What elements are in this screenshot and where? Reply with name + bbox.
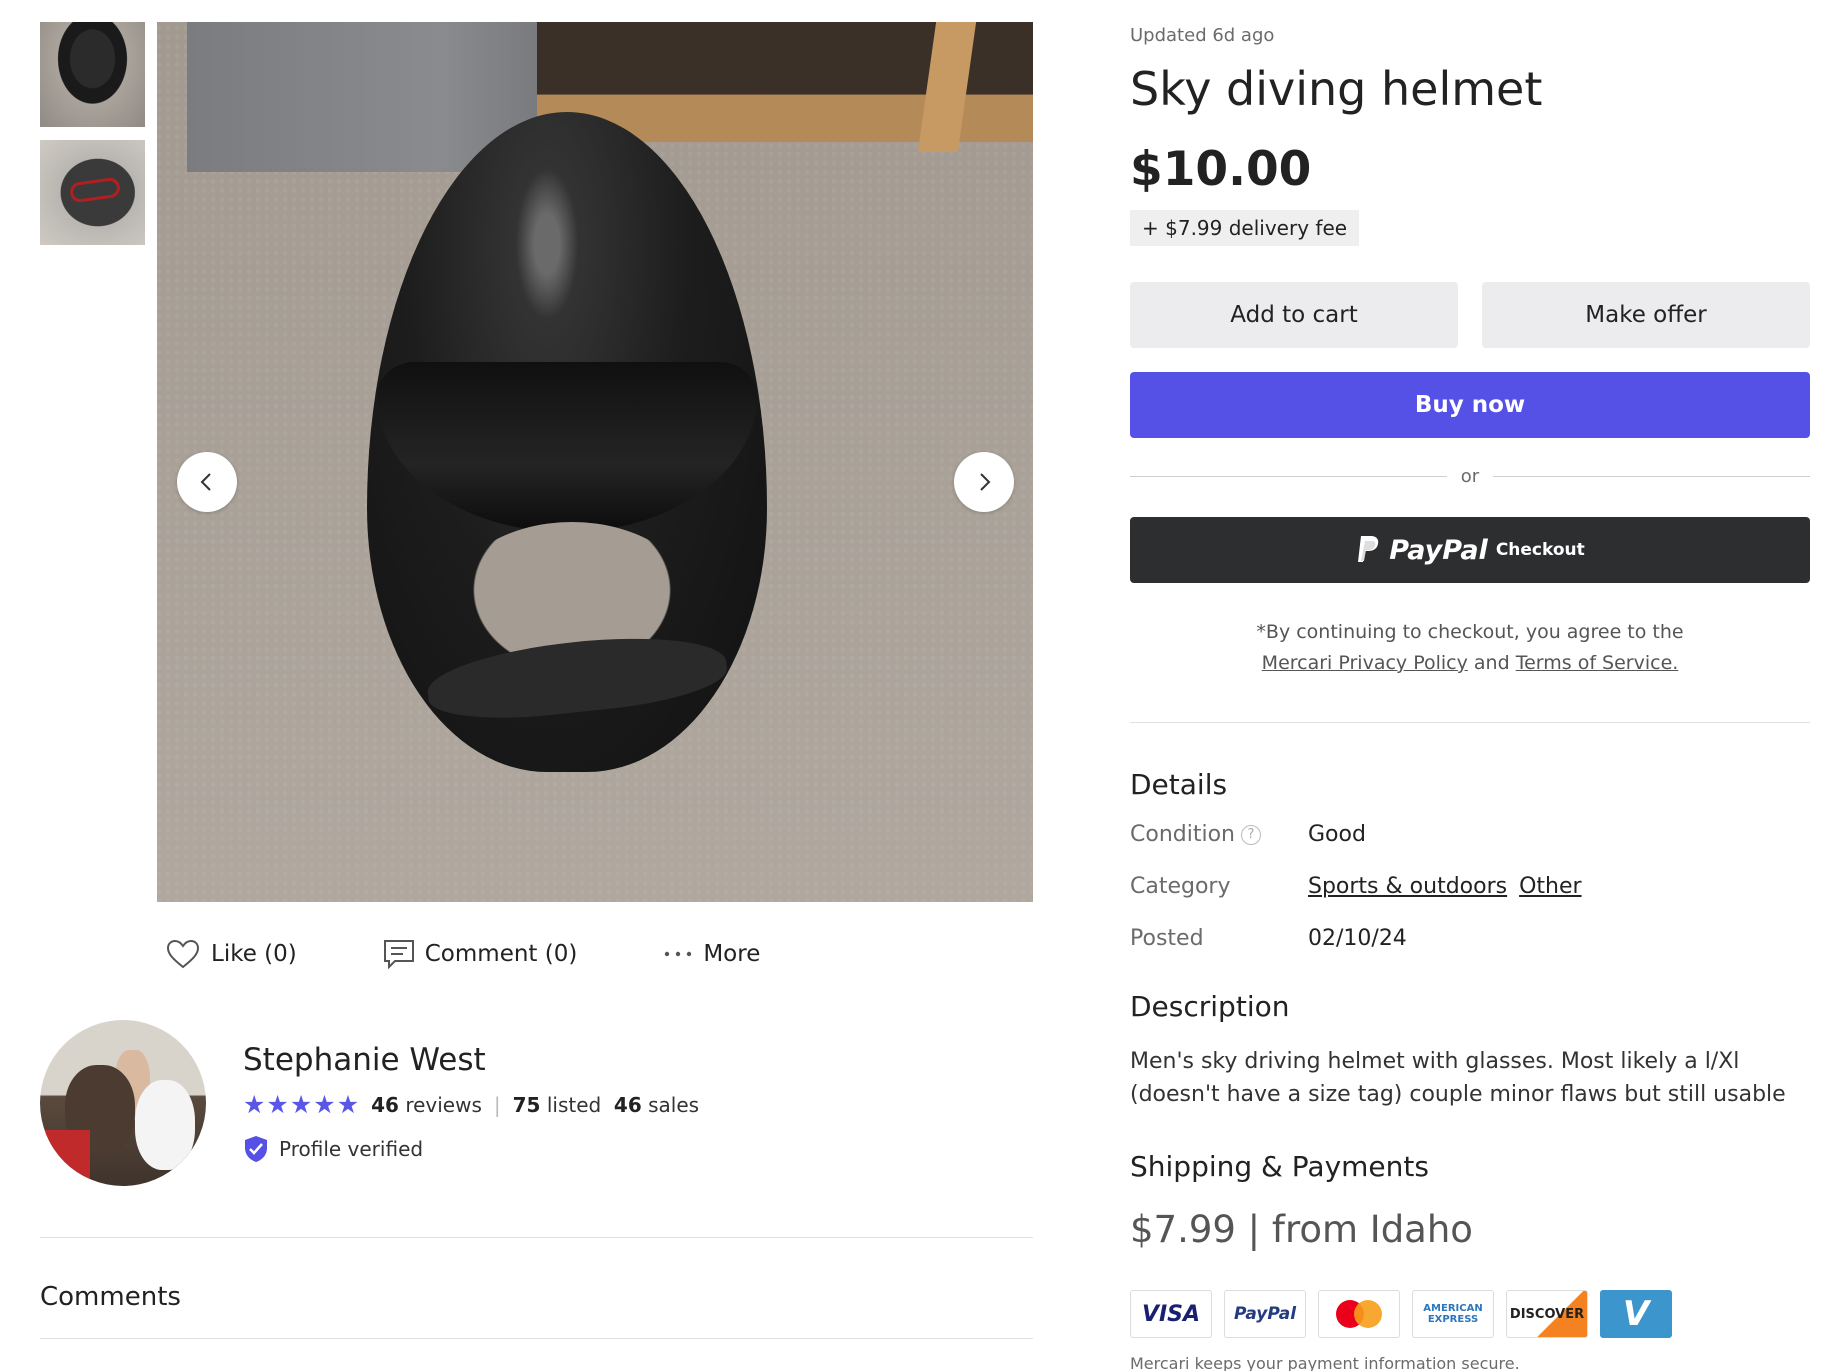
detail-row-category: Category Sports & outdoors Other (1130, 874, 1594, 899)
updated-timestamp: Updated 6d ago (1130, 25, 1275, 46)
checkout-legal-text: *By continuing to checkout, you agree to… (1130, 617, 1810, 679)
or-label: or (1460, 466, 1480, 487)
paypal-wordmark: PayPal (1389, 534, 1488, 566)
paypal-checkout-button[interactable]: PayPal Checkout (1130, 517, 1810, 583)
more-label: More (703, 941, 761, 967)
avatar-red-object (40, 1130, 90, 1186)
listed-label: listed (546, 1092, 602, 1117)
helmet-logo (68, 176, 122, 204)
paypal-logo: PayPal (1224, 1290, 1306, 1338)
posted-label: Posted (1130, 926, 1204, 951)
detail-row-posted: Posted 02/10/24 (1130, 926, 1407, 951)
description-text: Men's sky driving helmet with glasses. M… (1130, 1049, 1786, 1107)
comment-label: Comment (0) (424, 941, 578, 967)
mastercard-logo (1318, 1290, 1400, 1338)
detail-row-condition: Condition ? Good (1130, 822, 1366, 847)
comment-icon (383, 940, 414, 969)
next-photo-button[interactable] (954, 452, 1014, 512)
reviews-count: 46 (371, 1092, 399, 1117)
photo-helmet (337, 82, 797, 802)
like-button[interactable]: Like (0) (165, 938, 297, 970)
venmo-logo: V (1600, 1290, 1672, 1338)
add-to-cart-button[interactable]: Add to cart (1130, 282, 1458, 348)
star-icon: ★ (243, 1090, 266, 1119)
terms-of-service-link[interactable]: Terms of Service. (1516, 652, 1679, 674)
star-icon: ★ (289, 1090, 313, 1119)
separator-line (1493, 476, 1811, 477)
comments-heading: Comments (40, 1282, 181, 1312)
more-button[interactable]: More (663, 941, 760, 967)
sales-label: sales (648, 1092, 700, 1117)
item-actions-row: Like (0) Comment (0) More (165, 938, 760, 970)
comment-button[interactable]: Comment (0) (383, 939, 578, 969)
chevron-left-icon (200, 473, 211, 491)
delivery-fee-badge: + $7.99 delivery fee (1130, 210, 1360, 246)
shipping-summary: $7.99 | from Idaho (1130, 1208, 1473, 1251)
posted-value: 02/10/24 (1308, 926, 1407, 951)
visa-logo: VISA (1130, 1290, 1212, 1338)
item-title: Sky diving helmet (1130, 62, 1543, 116)
sales-count: 46 (613, 1092, 642, 1117)
condition-label-wrap: Condition ? (1130, 822, 1308, 847)
item-price: $10.00 (1130, 142, 1312, 197)
chevron-right-icon (980, 473, 991, 491)
profile-verified: Profile verified (243, 1135, 423, 1163)
seller-rating-row: ★ ★ ★ ★ ★ 46 reviews | 75 listed 46 sale… (243, 1092, 699, 1117)
legal-and: and (1473, 652, 1510, 674)
payment-secure-note: Mercari keeps your payment information s… (1130, 1354, 1520, 1371)
shield-check-icon (245, 1136, 267, 1162)
discover-logo: DISCOVER (1506, 1290, 1588, 1338)
description-heading: Description (1130, 990, 1290, 1023)
divider (40, 1237, 1033, 1238)
help-icon[interactable]: ? (1240, 824, 1261, 845)
avatar-plush-white (135, 1080, 195, 1170)
like-label: Like (0) (211, 941, 297, 967)
paypal-checkout-label: Checkout (1495, 540, 1585, 560)
category-label: Category (1130, 874, 1231, 899)
main-product-photo (157, 22, 1033, 902)
star-icon: ★ (266, 1090, 289, 1119)
payment-methods: VISA PayPal AMERICAN EXPRESS DISCOVER V (1130, 1290, 1672, 1338)
separator-line (1130, 476, 1447, 477)
seller-avatar[interactable] (40, 1020, 206, 1186)
privacy-policy-link[interactable]: Mercari Privacy Policy (1262, 652, 1468, 674)
paypal-p-icon (1358, 536, 1379, 562)
buy-now-button[interactable]: Buy now (1130, 372, 1810, 438)
star-rating: ★ ★ ★ ★ ★ (243, 1092, 359, 1117)
category-link-other[interactable]: Other (1519, 874, 1581, 899)
thumbnail-2[interactable] (40, 140, 145, 245)
star-icon: ★ (336, 1090, 360, 1119)
reviews-label: reviews (405, 1092, 482, 1117)
make-offer-button[interactable]: Make offer (1482, 282, 1810, 348)
verified-label: Profile verified (279, 1137, 424, 1161)
category-value: Sports & outdoors Other (1308, 874, 1594, 899)
details-heading: Details (1130, 768, 1228, 801)
divider (1130, 722, 1810, 723)
amex-logo: AMERICAN EXPRESS (1412, 1290, 1494, 1338)
thumbnail-1[interactable] (40, 22, 145, 127)
more-dots-icon (665, 951, 692, 957)
or-separator: or (1130, 466, 1811, 487)
star-icon: ★ (313, 1090, 336, 1119)
legal-prefix: *By continuing to checkout, you agree to… (1256, 621, 1684, 643)
seller-name[interactable]: Stephanie West (243, 1042, 486, 1078)
condition-value: Good (1308, 822, 1366, 847)
category-link-sports[interactable]: Sports & outdoors (1308, 874, 1507, 899)
shipping-heading: Shipping & Payments (1130, 1150, 1429, 1183)
previous-photo-button[interactable] (177, 452, 237, 512)
listed-count: 75 (512, 1092, 541, 1117)
heart-icon (166, 939, 200, 969)
divider: | (493, 1092, 501, 1117)
mastercard-orange-circle (1354, 1300, 1382, 1328)
divider (40, 1338, 1033, 1339)
condition-label: Condition (1130, 822, 1235, 847)
